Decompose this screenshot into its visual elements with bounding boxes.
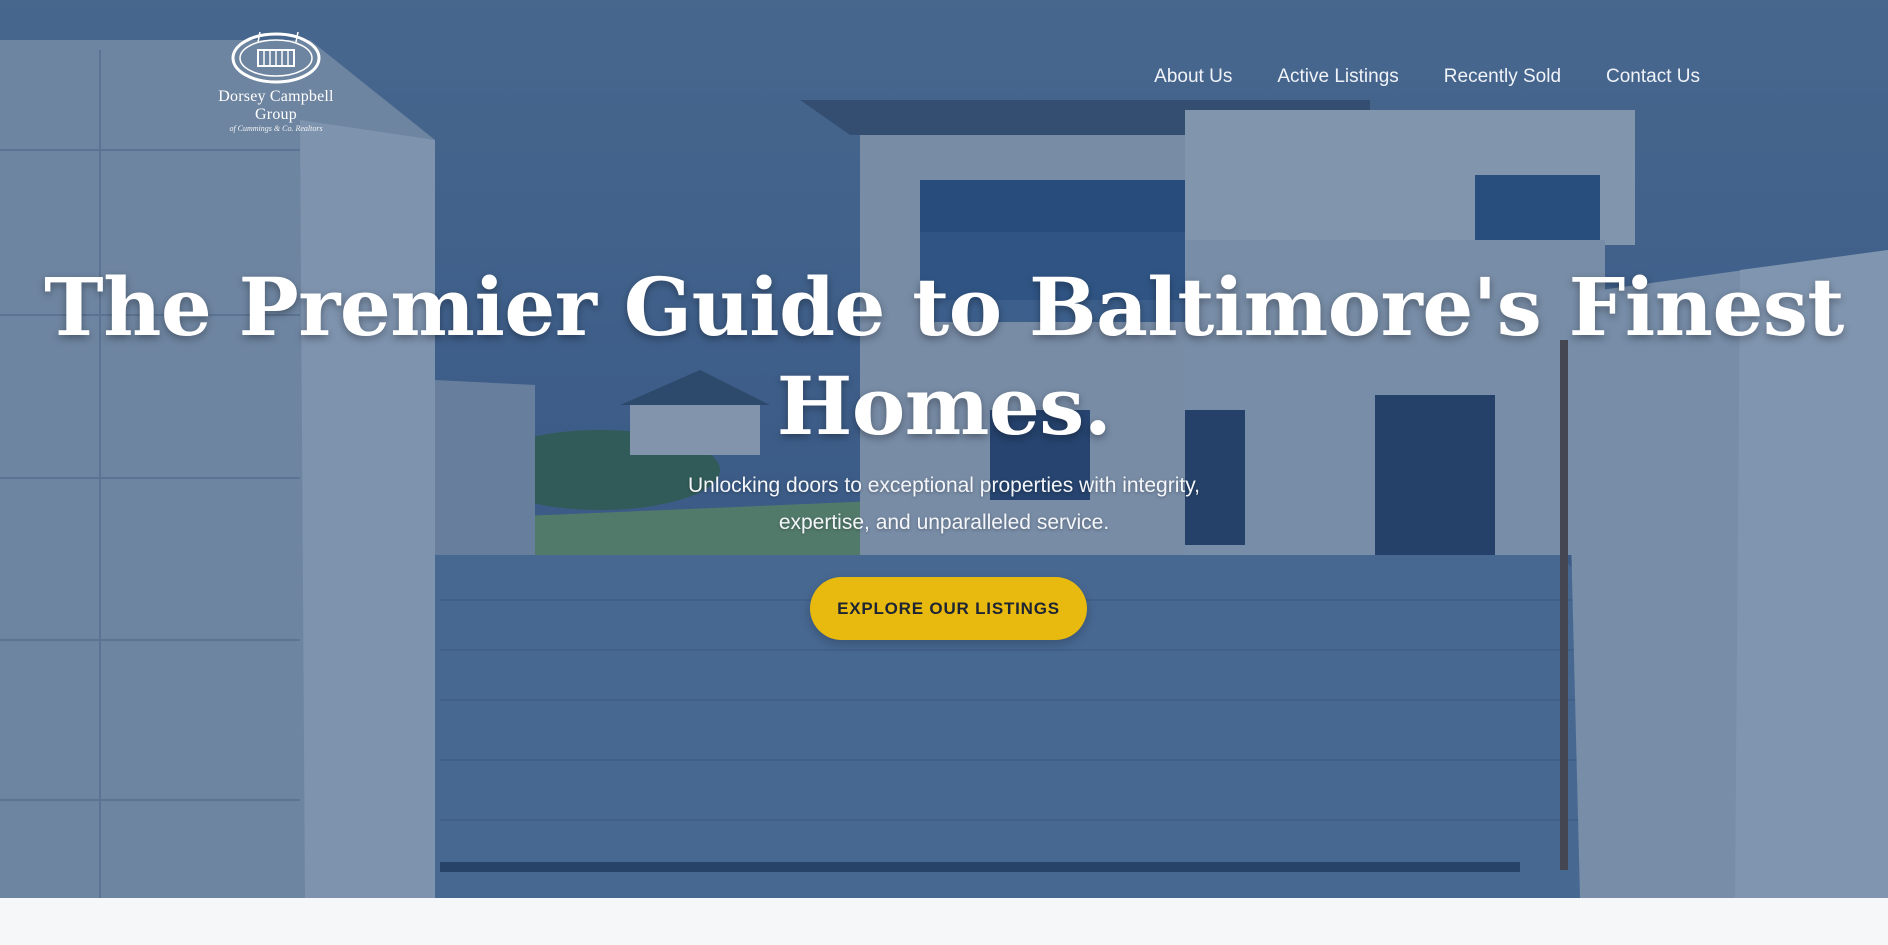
next-section	[0, 898, 1888, 945]
brand-tagline: of Cummings & Co. Realtors	[229, 124, 323, 133]
hero-subtitle-line1: Unlocking doors to exceptional propertie…	[687, 474, 1201, 497]
nav-item-recently-sold[interactable]: Recently Sold	[1444, 66, 1561, 88]
brand-logo[interactable]: Dorsey Campbell Group of Cummings & Co. …	[196, 28, 356, 133]
nav-item-contact-us[interactable]: Contact Us	[1606, 66, 1700, 88]
nav-item-about-us[interactable]: About Us	[1154, 66, 1232, 88]
hero-headline: The Premier Guide to Baltimore's Finest …	[0, 258, 1888, 456]
main-nav: About Us Active Listings Recently Sold C…	[1154, 66, 1700, 88]
explore-listings-button[interactable]: EXPLORE OUR LISTINGS	[810, 577, 1087, 640]
hero-headline-line1: The Premier Guide to Baltimore's Finest	[44, 260, 1844, 354]
hero-section: Dorsey Campbell Group of Cummings & Co. …	[0, 0, 1888, 898]
house-emblem-icon	[231, 31, 321, 84]
hero-subtitle: Unlocking doors to exceptional propertie…	[644, 467, 1244, 541]
brand-name: Dorsey Campbell Group	[218, 88, 334, 123]
nav-item-active-listings[interactable]: Active Listings	[1277, 66, 1398, 88]
hero-subtitle-line2: expertise, and unparalleled service.	[778, 511, 1110, 534]
hero-headline-line2: Homes.	[776, 359, 1112, 453]
